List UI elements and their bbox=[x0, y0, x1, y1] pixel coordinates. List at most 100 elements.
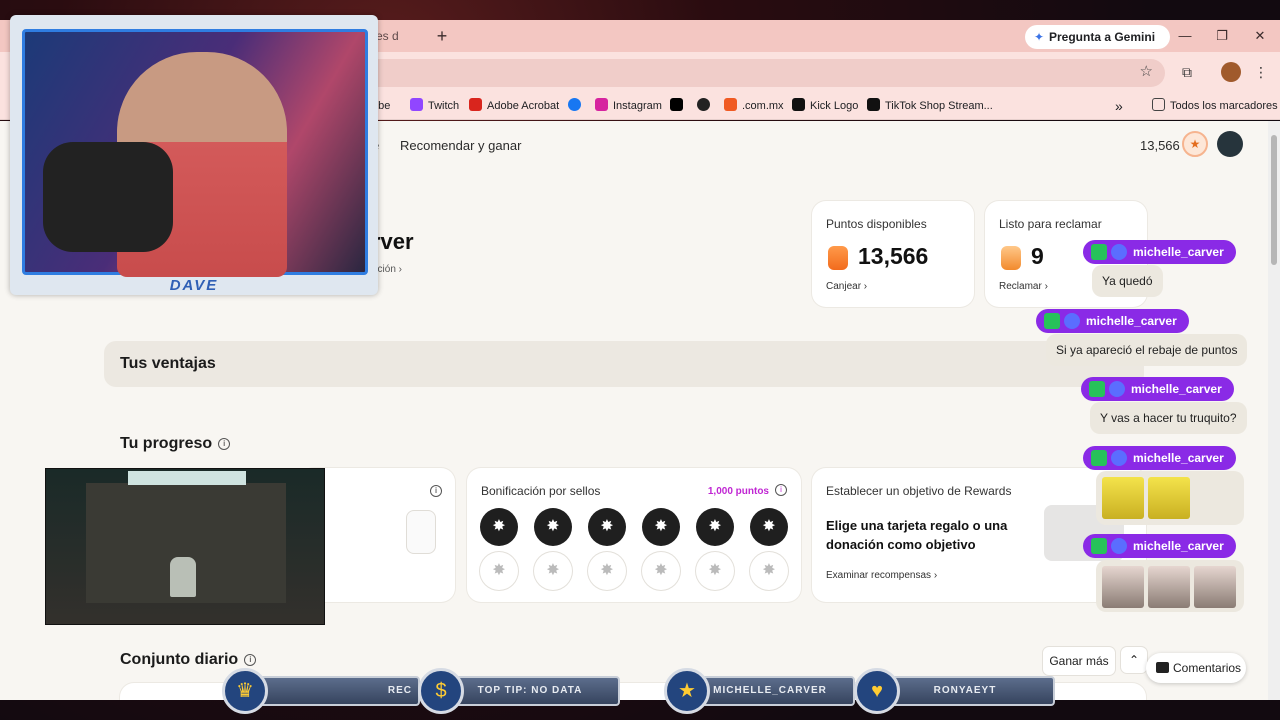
browse-rewards-label: Examinar recompensas bbox=[826, 570, 932, 581]
instagram-icon bbox=[595, 98, 608, 111]
chat-username: michelle_carver bbox=[1083, 240, 1236, 264]
sub-badge-icon bbox=[1109, 381, 1125, 397]
bookmark-star-icon[interactable]: ☆ bbox=[1140, 62, 1153, 80]
account-avatar[interactable] bbox=[1217, 131, 1243, 157]
kebab-menu-icon[interactable]: ⋮ bbox=[1251, 62, 1271, 82]
points-label: Puntos disponibles bbox=[826, 217, 927, 231]
badge-icon bbox=[1089, 381, 1105, 397]
collapse-chevron-icon[interactable]: ⌃ bbox=[1121, 647, 1147, 673]
info-icon[interactable]: i bbox=[775, 484, 787, 496]
earn-more-button[interactable]: Ganar más bbox=[1043, 647, 1115, 675]
more-bookmarks-button[interactable]: » bbox=[1115, 97, 1123, 115]
comment-icon bbox=[1156, 662, 1169, 673]
facebook-icon bbox=[568, 98, 581, 111]
stamp-bonus-points: 1,000 puntos i bbox=[708, 484, 787, 497]
webcam-nameplate: DAVE bbox=[169, 277, 219, 294]
new-tab-button[interactable]: + bbox=[432, 20, 452, 52]
info-icon[interactable]: i bbox=[430, 485, 442, 497]
bookmark-acrobat[interactable]: Adobe Acrobat bbox=[469, 97, 559, 115]
coins-icon bbox=[1001, 246, 1021, 270]
stamp-bonus-card: Bonificación por sellos 1,000 puntos i ✸ … bbox=[467, 468, 801, 602]
info-icon[interactable]: i bbox=[244, 654, 257, 666]
claim-label: Listo para reclamar bbox=[999, 217, 1102, 231]
redeem-label: Canjear bbox=[826, 281, 862, 292]
chat-message: Y vas a hacer tu truquito? bbox=[1090, 402, 1247, 434]
twitch-icon bbox=[410, 98, 423, 111]
footer-bar-tip: TOP TIP: NO DATA bbox=[440, 676, 620, 706]
mercado-icon bbox=[724, 98, 737, 111]
stamp-empty: ✸ bbox=[696, 552, 734, 590]
gemini-button[interactable]: ✦ Pregunta a Gemini bbox=[1025, 25, 1170, 49]
ventajas-section[interactable]: Tus ventajas bbox=[104, 341, 1144, 387]
stamp-empty: ✸ bbox=[588, 552, 626, 590]
emote-message bbox=[1096, 471, 1244, 525]
video-overlay bbox=[45, 468, 325, 625]
gemini-label: Pregunta a Gemini bbox=[1049, 30, 1156, 44]
bookmark-instagram[interactable]: Instagram bbox=[595, 97, 662, 115]
conjunto-title: Conjunto diario bbox=[120, 651, 239, 668]
microphone-arm bbox=[43, 142, 173, 252]
scrollbar[interactable] bbox=[1268, 121, 1280, 700]
badge-icon bbox=[1091, 450, 1107, 466]
folder-icon bbox=[1152, 98, 1165, 111]
spongebob-emote bbox=[1148, 477, 1190, 519]
omnibox[interactable]: ☆ bbox=[300, 59, 1165, 87]
redeem-link[interactable]: Canjear › bbox=[826, 281, 867, 292]
goal-label: Establecer un objetivo de Rewards bbox=[826, 484, 1012, 498]
restore-button[interactable]: ❐ bbox=[1209, 20, 1235, 52]
goal-heading: Elige una tarjeta regalo o una donación … bbox=[826, 518, 1008, 552]
badge-icon bbox=[1091, 244, 1107, 260]
feedback-button[interactable]: Comentarios bbox=[1146, 653, 1246, 683]
bookmark-mercado[interactable]: .com.mx bbox=[724, 97, 784, 115]
chat-username: michelle_carver bbox=[1083, 446, 1236, 470]
spongebob-emote bbox=[1102, 477, 1144, 519]
cat-emote bbox=[1194, 566, 1236, 608]
sub-badge-icon bbox=[1111, 538, 1127, 554]
footer-bar-follower: MICHELLE_CARVER bbox=[685, 676, 855, 706]
nav-recomendar[interactable]: Recomendar y ganar bbox=[400, 138, 521, 153]
coins-icon bbox=[828, 246, 848, 270]
bookmark-facebook[interactable] bbox=[568, 97, 586, 115]
stamp-empty: ✸ bbox=[534, 552, 572, 590]
chat-user-label: michelle_carver bbox=[1133, 539, 1224, 553]
acrobat-icon bbox=[469, 98, 482, 111]
profile-avatar[interactable] bbox=[1221, 62, 1241, 82]
bookmark-kick[interactable]: Kick Logo bbox=[792, 97, 858, 115]
tab-partial[interactable]: es d bbox=[376, 20, 428, 52]
bookmark-label: .com.mx bbox=[742, 100, 784, 112]
bookmark-twitch[interactable]: Twitch bbox=[410, 97, 459, 115]
all-bookmarks-folder[interactable]: Todos los marcadores bbox=[1152, 97, 1278, 115]
chat-user-label: michelle_carver bbox=[1133, 451, 1224, 465]
stamp-row-empty: ✸ ✸ ✸ ✸ ✸ ✸ bbox=[480, 552, 788, 590]
bookmark-label: Todos los marcadores bbox=[1170, 100, 1278, 112]
chat-user-label: michelle_carver bbox=[1131, 382, 1222, 396]
bookmark-threads[interactable] bbox=[697, 97, 715, 115]
bookmark-label: Twitch bbox=[428, 100, 460, 112]
star-icon: ★ bbox=[664, 668, 710, 714]
minimize-button[interactable]: — bbox=[1172, 20, 1198, 52]
close-button[interactable]: ✕ bbox=[1247, 20, 1273, 52]
bookmark-x[interactable] bbox=[670, 97, 688, 115]
browse-rewards-link[interactable]: Examinar recompensas › bbox=[826, 570, 937, 581]
scrollbar-thumb[interactable] bbox=[1271, 135, 1277, 265]
cat-emote bbox=[1148, 566, 1190, 608]
stamp-filled: ✸ bbox=[534, 508, 572, 546]
conjunto-heading: Conjunto diario i bbox=[120, 651, 257, 669]
chat-overlay: michelle_carver Ya quedó michelle_carver… bbox=[1036, 240, 1248, 612]
extensions-icon[interactable]: ⧉ bbox=[1177, 62, 1197, 82]
chat-user-label: michelle_carver bbox=[1133, 245, 1224, 259]
username-heading: rver bbox=[372, 229, 414, 254]
progreso-title: Tu progreso bbox=[120, 435, 213, 452]
ceiling-light bbox=[128, 471, 246, 485]
rewards-medal-icon[interactable]: ★ bbox=[1182, 131, 1208, 157]
points-value: 13,566 bbox=[858, 243, 929, 269]
info-icon[interactable]: i bbox=[218, 438, 231, 450]
cat-emote bbox=[1102, 566, 1144, 608]
badge-icon bbox=[1044, 313, 1060, 329]
bookmark-tiktok[interactable]: TikTok Shop Stream... bbox=[867, 97, 993, 115]
stamp-filled: ✸ bbox=[750, 508, 788, 546]
progreso-heading: Tu progreso i bbox=[120, 435, 231, 453]
emote-message bbox=[1096, 560, 1244, 612]
chat-username: michelle_carver bbox=[1036, 309, 1189, 333]
bookmark-label: TikTok Shop Stream... bbox=[885, 100, 993, 112]
